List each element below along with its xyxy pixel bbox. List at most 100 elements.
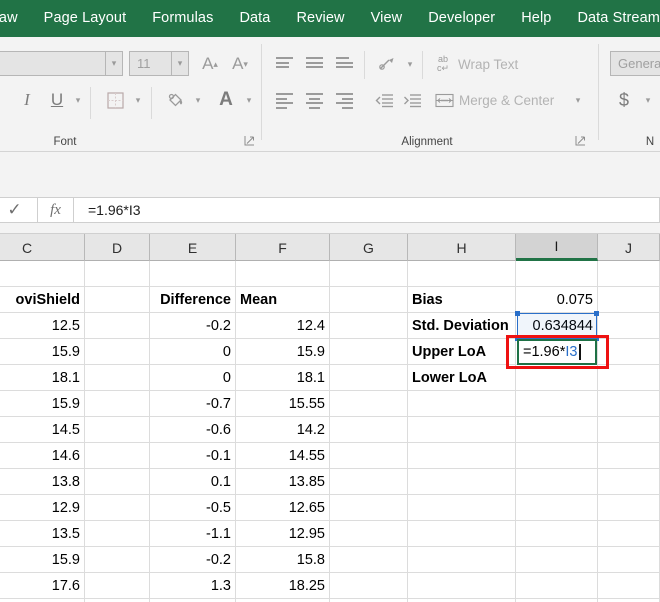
column-header-E[interactable]: E <box>150 234 236 261</box>
column-header-D[interactable]: D <box>85 234 150 261</box>
merge-center-label[interactable]: Merge & Center <box>459 87 554 113</box>
cell-C6[interactable]: 15.9 <box>0 391 85 416</box>
cell-F3[interactable]: 12.4 <box>236 313 330 338</box>
cell-G4[interactable] <box>330 339 408 364</box>
tab-page-layout[interactable]: Page Layout <box>31 0 140 37</box>
cell-E13[interactable]: 1.3 <box>150 573 236 598</box>
align-right-icon[interactable] <box>332 87 358 113</box>
number-format-box[interactable]: General <box>610 51 660 76</box>
fill-color-dropdown-icon[interactable]: ▾ <box>190 87 206 113</box>
cell-G9[interactable] <box>330 469 408 494</box>
cell-E10[interactable]: -0.5 <box>150 495 236 520</box>
cell-E3[interactable]: -0.2 <box>150 313 236 338</box>
cell-D7[interactable] <box>85 417 150 442</box>
cell-D9[interactable] <box>85 469 150 494</box>
currency-dropdown-icon[interactable]: ▾ <box>640 87 656 113</box>
fill-color-icon[interactable] <box>162 87 188 113</box>
underline-icon[interactable]: U <box>45 87 69 113</box>
cell-J11[interactable] <box>598 521 660 546</box>
cell-F2[interactable]: Mean <box>236 287 330 312</box>
cell-G3[interactable] <box>330 313 408 338</box>
cell-G6[interactable] <box>330 391 408 416</box>
cell-D13[interactable] <box>85 573 150 598</box>
cell-J1[interactable] <box>598 261 660 286</box>
cell-H13[interactable] <box>408 573 516 598</box>
tab-review[interactable]: Review <box>283 0 357 37</box>
cell-G10[interactable] <box>330 495 408 520</box>
cell-J4[interactable] <box>598 339 660 364</box>
cell-J12[interactable] <box>598 547 660 572</box>
cell-C13[interactable]: 17.6 <box>0 573 85 598</box>
cell-I5[interactable] <box>516 365 598 390</box>
cell-H7[interactable] <box>408 417 516 442</box>
cell-C4[interactable]: 15.9 <box>0 339 85 364</box>
cell-D5[interactable] <box>85 365 150 390</box>
cell-I6[interactable] <box>516 391 598 416</box>
cell-G8[interactable] <box>330 443 408 468</box>
cell-I9[interactable] <box>516 469 598 494</box>
cell-G13[interactable] <box>330 573 408 598</box>
cell-I7[interactable] <box>516 417 598 442</box>
merge-center-dropdown-icon[interactable]: ▾ <box>570 87 586 113</box>
borders-dropdown-icon[interactable]: ▾ <box>130 87 146 113</box>
align-top-icon[interactable] <box>272 51 298 77</box>
cell-D2[interactable] <box>85 287 150 312</box>
cell-E7[interactable]: -0.6 <box>150 417 236 442</box>
cell-H2[interactable]: Bias <box>408 287 516 312</box>
tab-data-streamer[interactable]: Data Streame <box>564 0 660 37</box>
cell-C5[interactable]: 18.1 <box>0 365 85 390</box>
cell-E5[interactable]: 0 <box>150 365 236 390</box>
column-header-H[interactable]: H <box>408 234 516 261</box>
cell-J6[interactable] <box>598 391 660 416</box>
column-header-J[interactable]: J <box>598 234 660 261</box>
cell-H4[interactable]: Upper LoA <box>408 339 516 364</box>
cell-G2[interactable] <box>330 287 408 312</box>
cell-I1[interactable] <box>516 261 598 286</box>
increase-indent-icon[interactable] <box>400 87 424 113</box>
cell-E6[interactable]: -0.7 <box>150 391 236 416</box>
cell-H5[interactable]: Lower LoA <box>408 365 516 390</box>
align-center-icon[interactable] <box>302 87 328 113</box>
cell-H12[interactable] <box>408 547 516 572</box>
cell-D3[interactable] <box>85 313 150 338</box>
cell-C1[interactable] <box>0 261 85 286</box>
cell-H9[interactable] <box>408 469 516 494</box>
cell-F12[interactable]: 15.8 <box>236 547 330 572</box>
cell-F8[interactable]: 14.55 <box>236 443 330 468</box>
cell-F11[interactable]: 12.95 <box>236 521 330 546</box>
cell-G11[interactable] <box>330 521 408 546</box>
currency-format-icon[interactable]: $ <box>612 87 636 113</box>
cell-I12[interactable] <box>516 547 598 572</box>
cell-D11[interactable] <box>85 521 150 546</box>
font-color-icon[interactable]: A <box>213 87 239 113</box>
font-size-box[interactable]: 11 ▾ <box>129 51 189 76</box>
tab-view[interactable]: View <box>358 0 416 37</box>
wrap-text-icon[interactable]: ab c↵ <box>432 51 454 77</box>
cell-D6[interactable] <box>85 391 150 416</box>
cell-F1[interactable] <box>236 261 330 286</box>
font-color-dropdown-icon[interactable]: ▾ <box>241 87 257 113</box>
active-cell-editor-I4[interactable]: =1.96* I3 <box>517 339 597 365</box>
cell-F7[interactable]: 14.2 <box>236 417 330 442</box>
align-left-icon[interactable] <box>272 87 298 113</box>
cell-C2[interactable]: oviShield <box>0 287 85 312</box>
orientation-dropdown-icon[interactable]: ▾ <box>402 51 418 77</box>
tab-draw[interactable]: raw <box>0 0 31 37</box>
cell-H3[interactable]: Std. Deviation <box>408 313 516 338</box>
cell-E11[interactable]: -1.1 <box>150 521 236 546</box>
formula-input[interactable]: =1.96*I3 <box>74 197 660 223</box>
cell-H8[interactable] <box>408 443 516 468</box>
cell-E8[interactable]: -0.1 <box>150 443 236 468</box>
cell-I3[interactable]: 0.634844 <box>516 313 598 338</box>
decrease-indent-icon[interactable] <box>372 87 396 113</box>
cell-J8[interactable] <box>598 443 660 468</box>
cell-I10[interactable] <box>516 495 598 520</box>
confirm-entry-button[interactable]: ✓ <box>0 197 38 223</box>
tab-help[interactable]: Help <box>508 0 564 37</box>
cell-I8[interactable] <box>516 443 598 468</box>
column-header-F[interactable]: F <box>236 234 330 261</box>
shrink-font-icon[interactable]: A ▾ <box>227 51 253 77</box>
cell-J10[interactable] <box>598 495 660 520</box>
cell-J7[interactable] <box>598 417 660 442</box>
cell-H6[interactable] <box>408 391 516 416</box>
